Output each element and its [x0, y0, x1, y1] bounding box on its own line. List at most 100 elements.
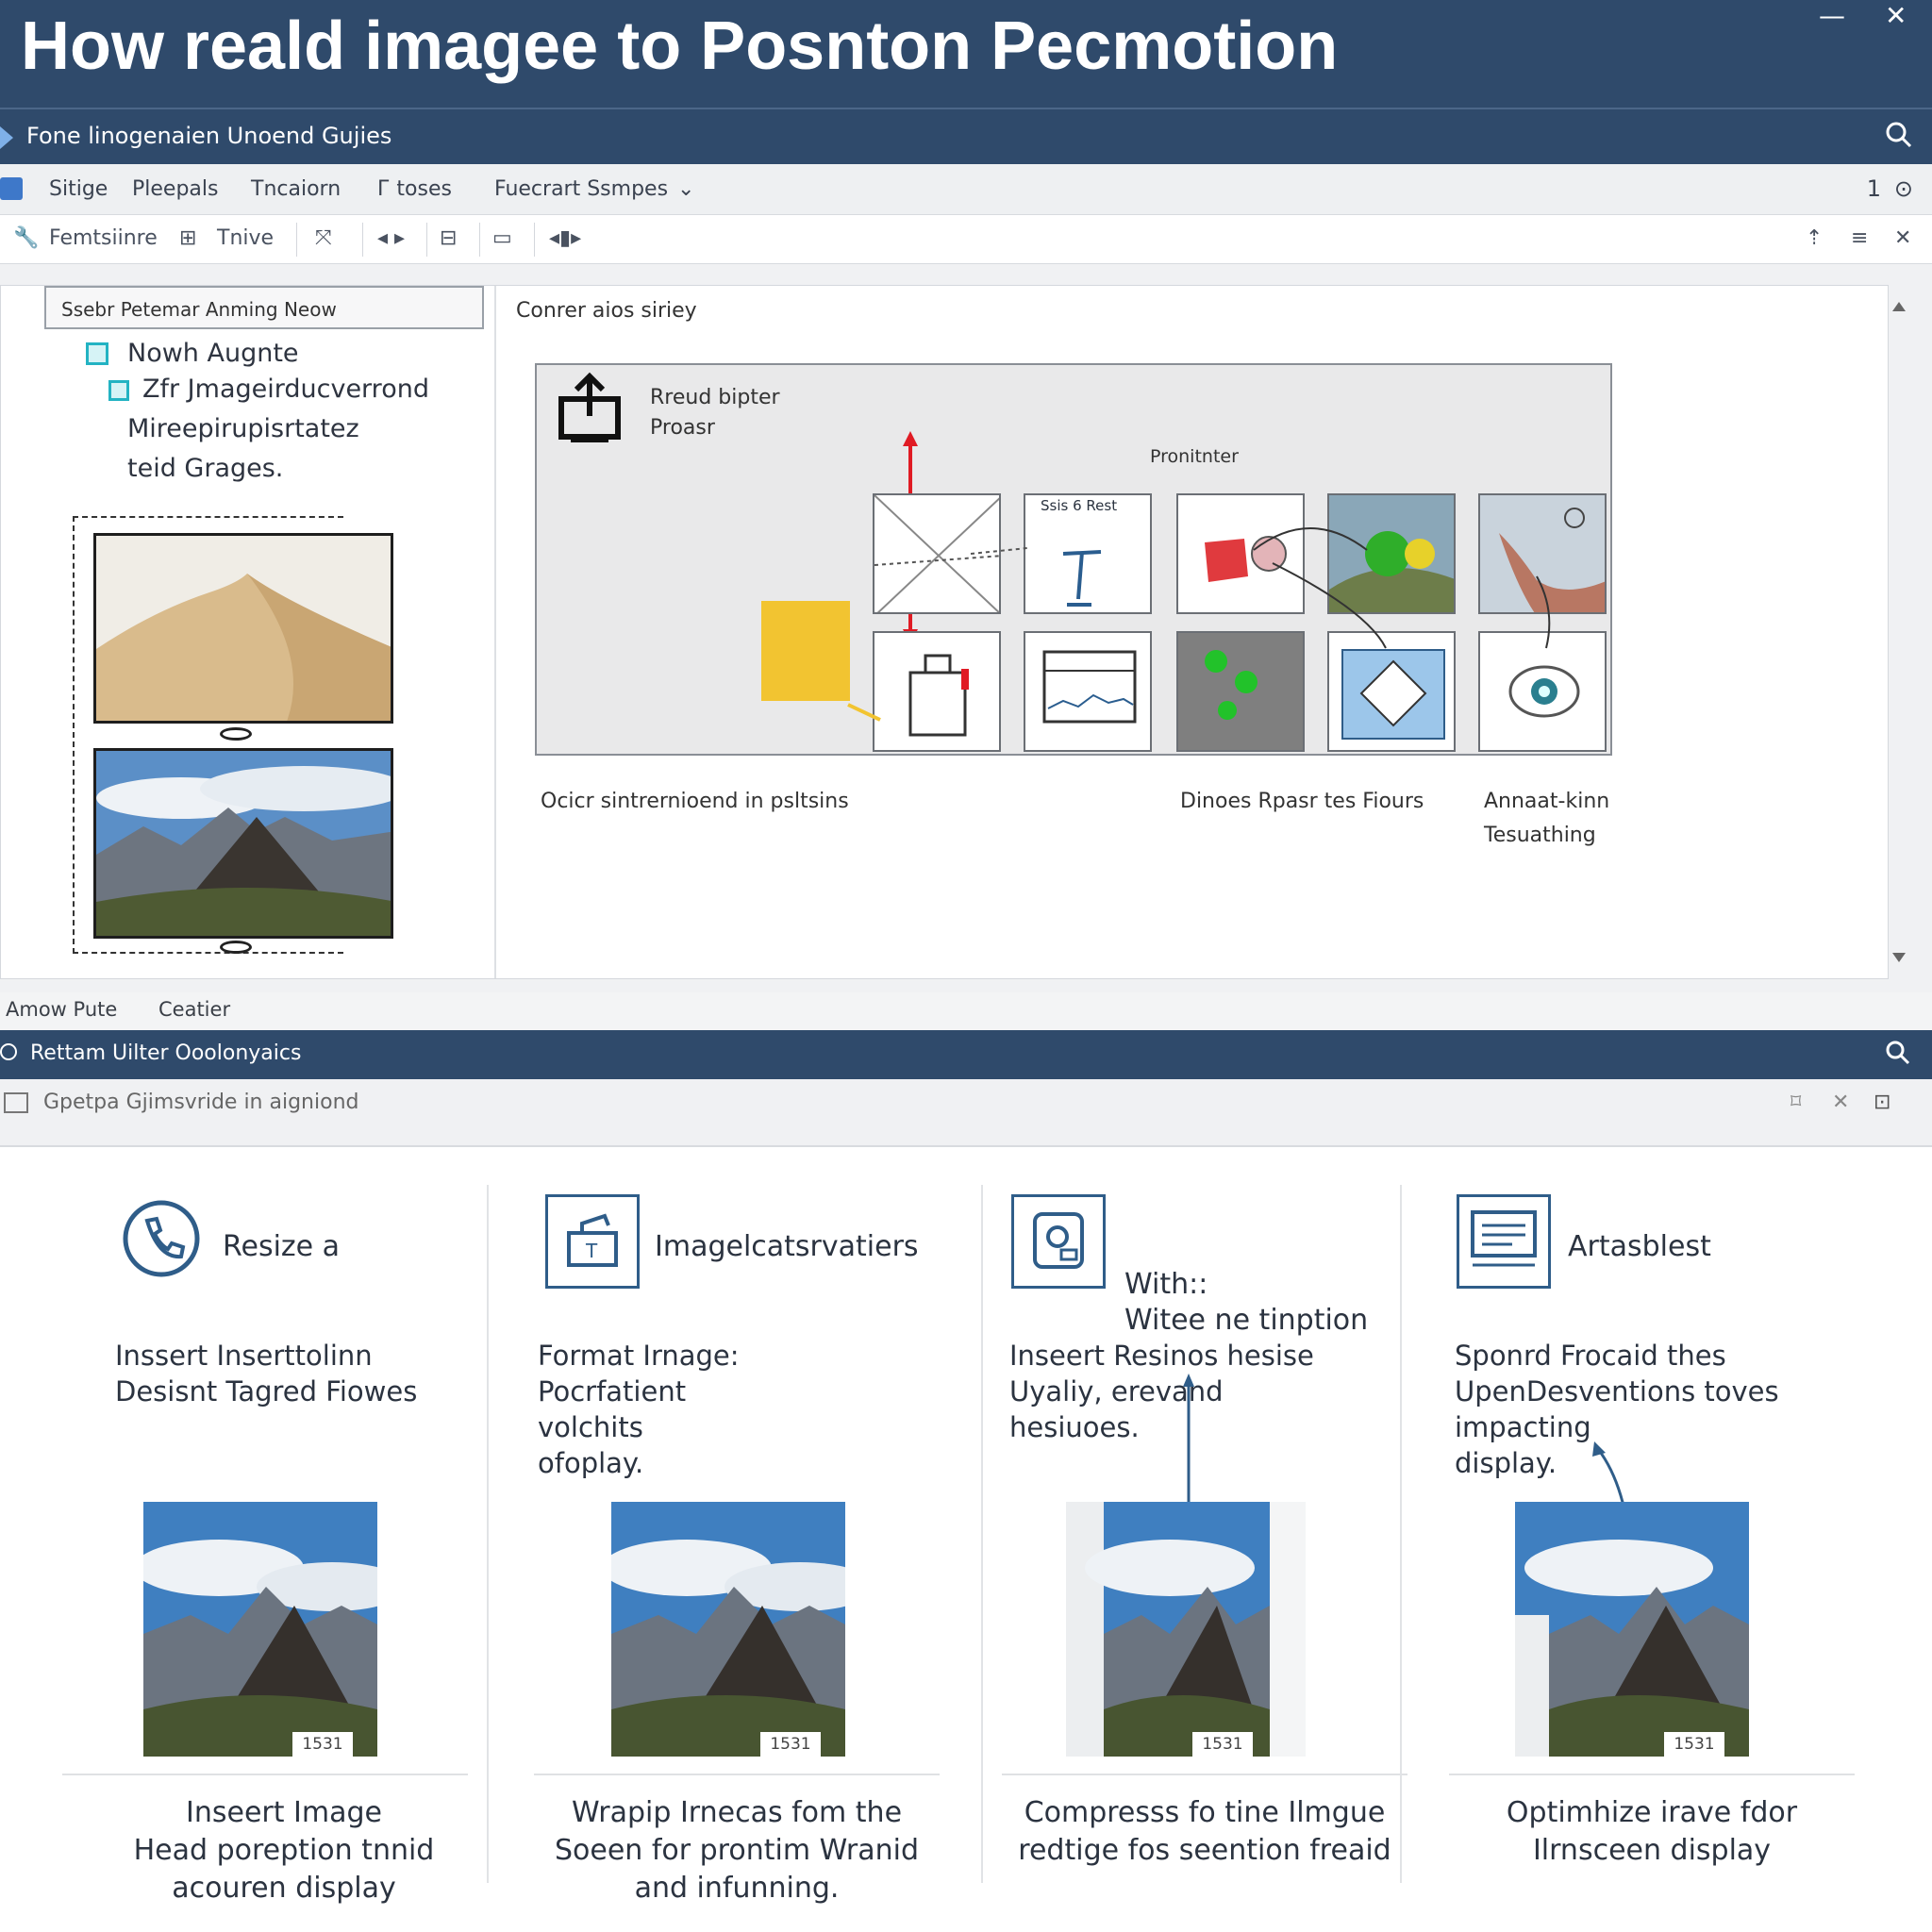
size-badge: 1531 [292, 1732, 353, 1757]
radio-icon[interactable] [0, 1043, 17, 1060]
green-dots-cell[interactable] [1176, 631, 1305, 752]
menu-bar: Sitige Pleepals Tncaiorn Г toses Fuecrar… [0, 164, 1932, 215]
card-footer: Inseert Image Head poreption tnnid acour… [133, 1796, 435, 1905]
pin-icon[interactable]: ⌑ [1790, 1091, 1801, 1114]
status-left: Amow Pute [6, 998, 118, 1021]
status-right: Ceatier [158, 998, 231, 1021]
size-badge: 1531 [1192, 1732, 1253, 1757]
settings-icon[interactable]: ⊙ [1894, 175, 1913, 202]
mountain-photo[interactable]: 1531 [611, 1502, 845, 1757]
crop-icon[interactable]: ▭ [492, 226, 512, 250]
monitor-icon [1457, 1194, 1551, 1289]
mountain-photo[interactable]: 1531 [1515, 1502, 1749, 1757]
tree-item[interactable]: Mireepirupisrtatez [127, 414, 359, 443]
search-icon[interactable] [1885, 1040, 1911, 1070]
left-pane: Ssebr Petemar Anming Neow Nowh Augnte Zf… [1, 286, 496, 978]
card-divider [534, 1774, 940, 1775]
transform-icon[interactable]: ⤧ [315, 226, 332, 250]
resize-handle[interactable] [220, 727, 252, 741]
caption-left: Ocicr sintrernioend in psltsins [541, 790, 849, 813]
phone-icon [121, 1198, 202, 1283]
vertical-scrollbar[interactable] [1890, 302, 1911, 962]
tools-icon[interactable]: ✕ [1832, 1091, 1849, 1114]
scroll-up-icon[interactable] [1892, 302, 1906, 311]
stand-cell[interactable]: Ssis 6 Rest [1024, 493, 1152, 614]
navigation-bar: Fone linogenaien Unoend Gujies [0, 108, 1932, 164]
cell-label: Ssis 6 Rest [1041, 497, 1118, 514]
image-folder-icon [86, 342, 108, 365]
menu-item-toses[interactable]: Г toses [377, 177, 452, 201]
tree-item[interactable]: Zfr Jmageirducverrond [142, 375, 429, 404]
menu-item-sitige[interactable]: Sitige [49, 177, 108, 201]
upload-tray-icon [558, 371, 622, 446]
caption-right: Annaat-kinn [1484, 790, 1610, 813]
hand-cell[interactable] [1478, 493, 1607, 614]
card-footer: Optimhize irave fdor Ilrnsceen display [1506, 1796, 1798, 1867]
status-bar: Amow Pute Ceatier [0, 992, 1932, 1030]
app-icon [0, 177, 23, 200]
flip-icon[interactable]: ◂▮▸ [549, 226, 581, 250]
toolbar: 🔧 Femtsiinre ⊞ Tnive ⤧ ◂ ▸ ⊟ ▭ ◂▮▸ ⇡ ≡ ✕ [0, 215, 1932, 264]
workspace: Ssebr Petemar Anming Neow Nowh Augnte Zf… [0, 264, 1932, 992]
menu-item-tncaiorn[interactable]: Tncaiorn [251, 177, 341, 201]
list-icon[interactable]: ≡ [1851, 226, 1868, 250]
caption-middle: Dinoes Rpasr tes Fiours [1180, 790, 1424, 813]
mountain-thumbnail[interactable] [93, 748, 393, 939]
bag-cell[interactable] [873, 631, 1001, 752]
wrench-icon[interactable]: 🔧 [13, 226, 39, 250]
chevron-down-icon[interactable]: ⌄ [677, 177, 694, 201]
scroll-down-icon[interactable] [1892, 953, 1906, 962]
grid-icon[interactable]: ⊞ [179, 226, 196, 250]
placeholder-cell[interactable] [873, 493, 1001, 614]
secondary-bar: Rettam Uilter Ooolonyaics [0, 1030, 1932, 1079]
close-panel-icon[interactable]: ✕ [1894, 226, 1911, 250]
card-body: Format Irnage: Pocrfatient volchits ofop… [538, 1340, 740, 1479]
card-title: Resize a [223, 1230, 341, 1263]
green-objects-cell[interactable] [1327, 493, 1456, 614]
toolbar-divider [426, 223, 427, 257]
upload-icon[interactable]: ⇡ [1806, 226, 1823, 250]
desert-thumbnail[interactable] [93, 533, 393, 724]
card-divider [1002, 1774, 1407, 1775]
secondary-bar-label: Rettam Uilter Ooolonyaics [30, 1041, 302, 1065]
toolbar-divider [362, 223, 363, 257]
card-divider [1449, 1774, 1855, 1775]
chart-cell[interactable] [1024, 631, 1152, 752]
toolbar-item-tnive[interactable]: Tnive [217, 226, 274, 250]
eye-cell[interactable] [1478, 631, 1607, 752]
card-divider [62, 1774, 468, 1775]
card-separator [487, 1185, 489, 1883]
toolbar-item-femtsiinre[interactable]: Femtsiinre [49, 226, 158, 250]
card-footer: Wrapip Irnecas fom the Soeen for prontim… [554, 1796, 919, 1905]
main-pane: Conrer aios siriey Rreud bipter Proasr P… [516, 286, 1874, 978]
card-body: Inssert Inserttolinn Desisnt Tagred Fiow… [115, 1340, 418, 1407]
menu-item-pleepals[interactable]: Pleepals [132, 177, 218, 201]
window-title: How reald imagee to Posnton Pecmotion [21, 8, 1339, 84]
toolbar-divider [534, 223, 535, 257]
arrows-icon[interactable]: ◂ ▸ [377, 226, 405, 250]
mountain-photo[interactable]: 1531 [1066, 1502, 1306, 1757]
panel-icon[interactable]: ⊡ [1874, 1091, 1890, 1114]
menu-item-fuecrart-ssmpes[interactable]: Fuecrart Ssmpes [494, 177, 668, 201]
page-icon [4, 1092, 28, 1113]
main-heading: Conrer aios siriey [516, 299, 697, 323]
mountain-photo[interactable]: 1531 [143, 1502, 377, 1757]
search-icon[interactable] [1885, 121, 1913, 153]
sub-toolbar: Gpetpa Gjimsvride in aigniond ⌑ ✕ ⊡ [0, 1079, 1932, 1147]
close-icon[interactable]: ✕ [1885, 0, 1907, 31]
resize-handle[interactable] [220, 941, 252, 954]
nav-label: Fone linogenaien Unoend Gujies [26, 123, 392, 149]
frame-icon[interactable]: ⊟ [440, 226, 457, 250]
search-input[interactable]: Ssebr Petemar Anming Neow [44, 286, 484, 329]
shapes-cell[interactable] [1176, 493, 1305, 614]
diagram-box: Rreud bipter Proasr Pronitnter Ssis 6 Re… [535, 363, 1612, 756]
back-arrow-icon[interactable] [0, 126, 13, 149]
image-settings-icon [1011, 1194, 1106, 1289]
tree-item[interactable]: teid Grages. [127, 454, 283, 483]
cards-section: Resize a Inssert Inserttolinn Desisnt Ta… [0, 1147, 1932, 1932]
minimize-icon[interactable]: — [1819, 0, 1845, 31]
tree-item[interactable]: Nowh Augnte [127, 339, 299, 368]
toolbar-divider [479, 223, 480, 257]
yellow-swatch [761, 601, 850, 701]
diamond-cell[interactable] [1327, 631, 1456, 752]
